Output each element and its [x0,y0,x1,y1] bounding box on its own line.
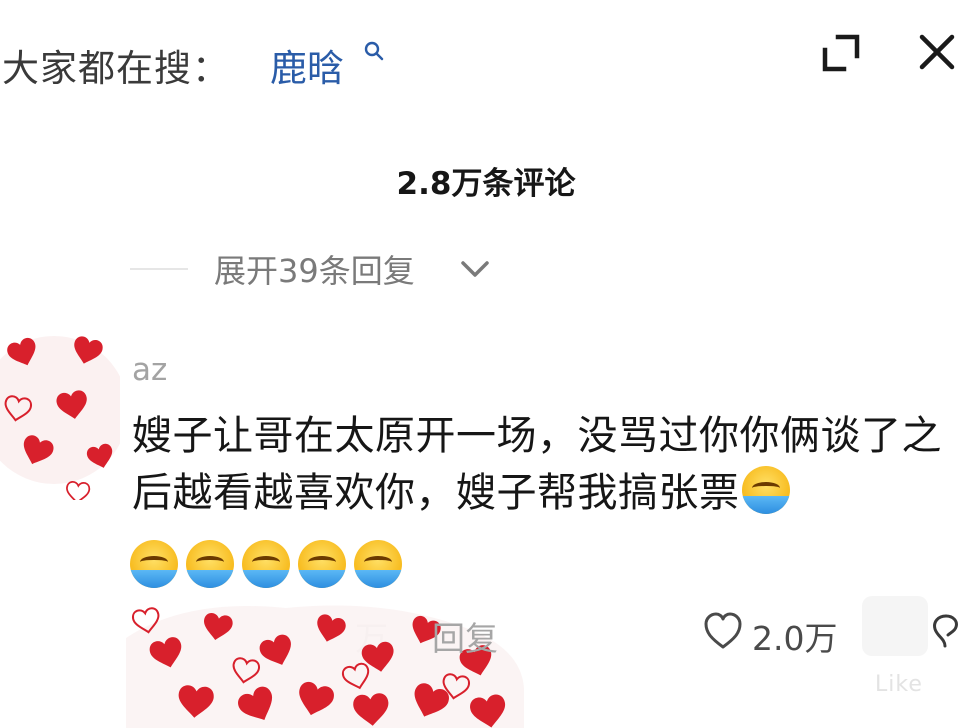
avatar[interactable] [0,320,120,500]
comment-count-title: 2.8万条评论 [396,166,576,202]
emoji-row [130,540,402,590]
crying-face-icon [186,540,234,588]
crying-face-icon [242,540,290,588]
crying-face-icon [741,466,790,514]
chevron-down-icon[interactable] [458,256,492,282]
search-suggestion-prefix: 大家都在搜： [2,47,230,90]
blurred-area [862,596,928,656]
expand-icon[interactable] [820,32,862,74]
heart-outline-icon[interactable] [702,611,744,651]
dislike-icon[interactable] [928,610,964,652]
expand-replies-button[interactable]: 展开39条回复 [214,246,415,292]
like-count: 2.0万 [752,619,838,658]
crying-face-icon [354,540,402,588]
watermark-text: Like [875,672,923,697]
thread-indent-line [130,268,188,270]
reply-button[interactable]: 回复 [432,612,498,660]
close-icon[interactable] [917,32,957,72]
search-suggestion-term[interactable]: 鹿晗 [270,38,344,92]
search-icon[interactable] [362,40,386,64]
comment-username[interactable]: az [132,352,167,388]
crying-face-icon [130,540,178,588]
crying-face-icon [298,540,346,588]
comment-text: 嫂子让哥在太原开一场，没骂过你你俩谈了之后越看越喜欢你，嫂子帮我搞张票 [132,413,942,516]
comment-body: 嫂子让哥在太原开一场，没骂过你你俩谈了之后越看越喜欢你，嫂子帮我搞张票 [132,408,952,522]
